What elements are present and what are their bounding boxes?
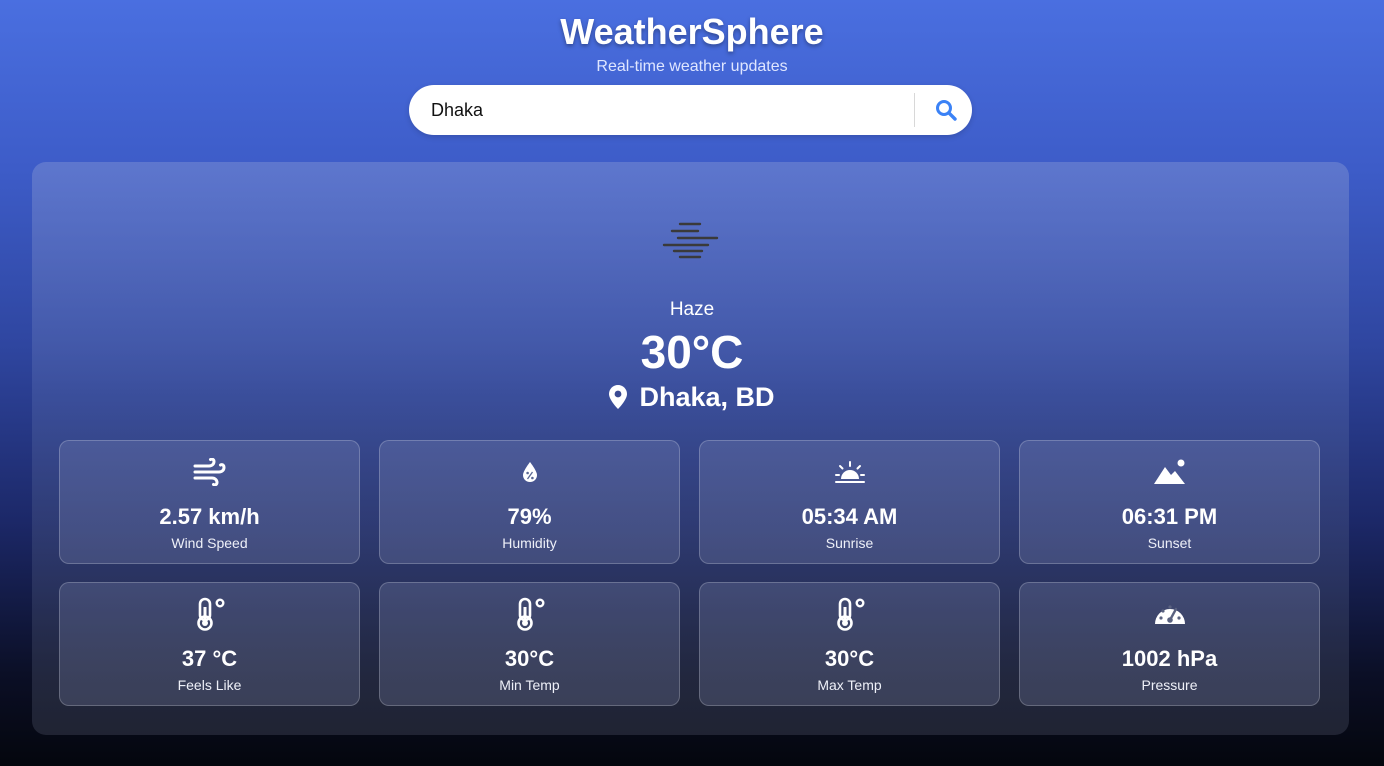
feels-like-value: 37 °C	[181, 646, 238, 671]
thermometer-icon	[196, 597, 225, 631]
humidity-label: Humidity	[502, 535, 557, 551]
sunrise-label: Sunrise	[825, 535, 874, 551]
pressure-value: 1002 hPa	[1121, 646, 1218, 671]
search-bar	[409, 85, 972, 135]
detail-tile-humidity: 79% Humidity	[379, 440, 680, 564]
search-button[interactable]	[920, 85, 972, 135]
detail-tile-sunset: 06:31 PM Sunset	[1019, 440, 1320, 564]
weather-condition: Haze	[669, 299, 715, 320]
sunset-icon	[1153, 459, 1185, 484]
detail-tile-sunrise: 05:34 AM Sunrise	[699, 440, 1000, 564]
thermometer-icon	[516, 597, 545, 631]
wind-speed-value: 2.57 km/h	[159, 504, 260, 529]
detail-tile-wind-speed: 2.57 km/h Wind Speed	[59, 440, 360, 564]
current-temperature: 30°C	[640, 326, 744, 378]
detail-tile-pressure: 1002 hPa Pressure	[1019, 582, 1320, 706]
search-input[interactable]	[431, 85, 909, 135]
gauge-icon	[1154, 605, 1185, 624]
sunset-value: 06:31 PM	[1121, 504, 1218, 529]
location-name: Dhaka, BD	[639, 382, 775, 412]
detail-tile-feels-like: 37 °C Feels Like	[59, 582, 360, 706]
feels-like-label: Feels Like	[177, 677, 242, 693]
app-title: WeatherSphere	[560, 11, 824, 52]
min-temp-label: Min Temp	[499, 677, 560, 693]
wind-icon	[193, 458, 226, 486]
humidity-value: 79%	[507, 504, 552, 529]
thermometer-icon	[836, 597, 865, 631]
sunset-label: Sunset	[1147, 535, 1192, 551]
pressure-label: Pressure	[1141, 677, 1198, 693]
max-temp-value: 30°C	[824, 646, 875, 671]
app-subtitle: Real-time weather updates	[596, 58, 788, 75]
location: Dhaka, BD	[0, 380, 1384, 414]
humidity-icon	[522, 462, 537, 482]
location-pin-icon	[609, 385, 628, 409]
min-temp-value: 30°C	[504, 646, 555, 671]
sunrise-icon	[834, 461, 865, 483]
detail-tile-min-temp: 30°C Min Temp	[379, 582, 680, 706]
sunrise-value: 05:34 AM	[801, 504, 898, 529]
search-icon	[936, 100, 957, 121]
wind-speed-label: Wind Speed	[171, 535, 248, 551]
search-divider	[914, 93, 915, 127]
haze-icon	[662, 222, 719, 259]
max-temp-label: Max Temp	[817, 677, 882, 693]
detail-tile-max-temp: 30°C Max Temp	[699, 582, 1000, 706]
